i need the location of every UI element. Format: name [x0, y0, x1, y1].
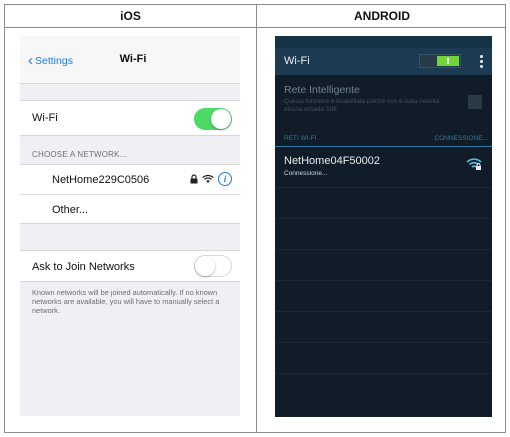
- overflow-menu-icon[interactable]: [480, 55, 484, 69]
- empty-network-rows: [275, 187, 492, 404]
- wifi-toggle-row: Wi-Fi: [20, 100, 240, 136]
- toggle-knob: [195, 255, 215, 276]
- status-bar: [275, 36, 492, 48]
- page-title: Wi-Fi: [284, 55, 310, 67]
- smart-network-title: Rete Intelligente: [284, 84, 360, 96]
- column-divider: [256, 5, 257, 432]
- wifi-secured-icon: [466, 158, 482, 170]
- ios-navigation-bar: ‹ Settings Wi-Fi: [20, 36, 240, 84]
- ios-column-title: iOS: [120, 9, 141, 23]
- ask-to-join-label: Ask to Join Networks: [32, 261, 135, 273]
- ask-to-join-row: Ask to Join Networks: [20, 250, 240, 282]
- page-title: Wi-Fi: [119, 53, 147, 65]
- network-name: NetHome229C0506: [52, 174, 150, 186]
- wifi-networks-section-header: RETI WI-FI CONNESSIONE...: [275, 133, 492, 147]
- connection-status-label: CONNESSIONE...: [434, 135, 488, 142]
- ios-wifi-screen: ‹ Settings Wi-Fi Wi-Fi CHOOSE A NETWORK.…: [20, 36, 240, 416]
- smart-network-checkbox[interactable]: [468, 95, 482, 109]
- wifi-icon: [202, 174, 214, 183]
- smart-network-setting: Rete Intelligente Questa funzione è disa…: [284, 84, 459, 114]
- android-wifi-screen: Wi-Fi Rete Intelligente Questa funzione …: [275, 36, 492, 417]
- ask-to-join-switch[interactable]: [194, 255, 232, 277]
- choose-network-header: CHOOSE A NETWORK...: [32, 150, 127, 159]
- lock-icon: [190, 174, 198, 184]
- wifi-master-switch[interactable]: [419, 54, 461, 68]
- network-name: NetHome04F50002: [284, 155, 381, 167]
- section-label: RETI WI-FI: [284, 135, 317, 142]
- network-name: Other...: [52, 204, 89, 216]
- ask-to-join-footnote: Known networks will be joined automatica…: [32, 288, 220, 316]
- android-toolbar: Wi-Fi: [275, 48, 492, 75]
- network-status: Connessione...: [284, 170, 328, 177]
- wifi-toggle-switch[interactable]: [194, 108, 232, 130]
- smart-network-description: Questa funzione è disabilitata poiché no…: [284, 98, 440, 113]
- table-header-row: iOS ANDROID: [5, 5, 505, 28]
- network-row-nethome[interactable]: NetHome229C0506 i: [20, 165, 240, 195]
- network-row-nethome[interactable]: NetHome04F50002 Connessione...: [275, 152, 492, 184]
- network-list: NetHome229C0506 i Other...: [20, 164, 240, 224]
- wifi-toggle-label: Wi-Fi: [32, 112, 58, 124]
- android-column-title: ANDROID: [354, 9, 410, 23]
- info-icon[interactable]: i: [218, 172, 232, 186]
- toggle-knob: [211, 109, 231, 129]
- network-row-other[interactable]: Other...: [20, 195, 240, 225]
- switch-thumb: [437, 56, 459, 66]
